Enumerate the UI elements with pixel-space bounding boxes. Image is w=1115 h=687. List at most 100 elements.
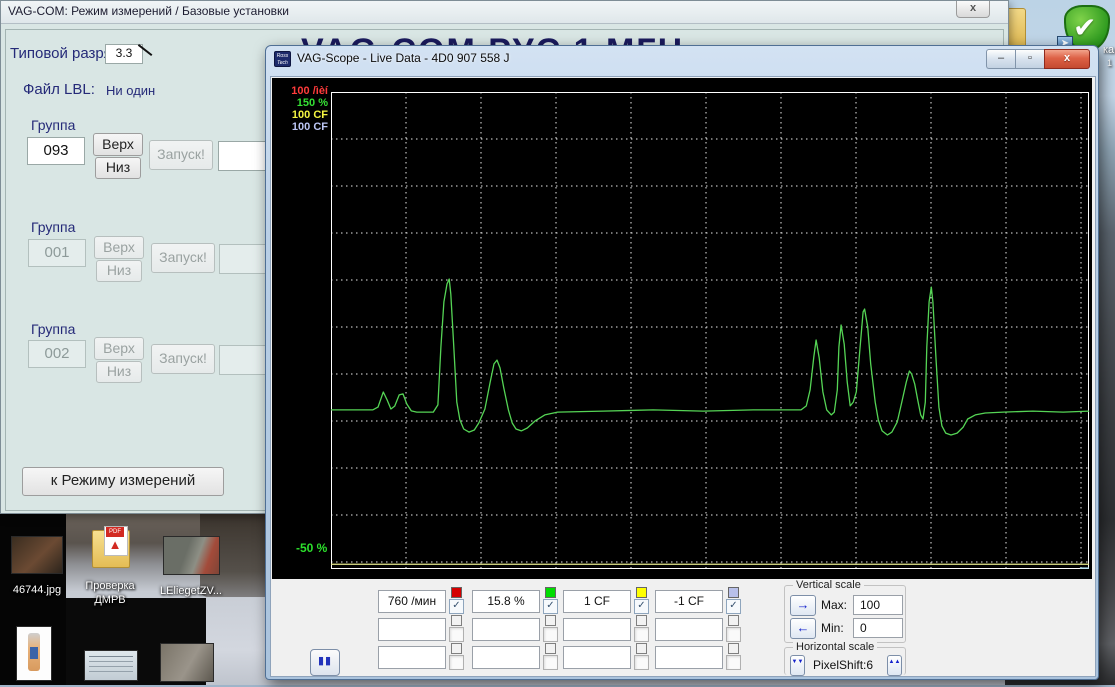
channel-color-swatch-empty — [451, 615, 462, 626]
vagscope-titlebar[interactable]: Ross Tech VAG-Scope - Live Data - 4D0 90… — [266, 46, 1098, 72]
desktop-icon-spraycan[interactable] — [16, 626, 52, 686]
group-number-field[interactable]: 002 — [28, 340, 86, 368]
group-down-button[interactable]: Низ — [95, 157, 141, 179]
group-up-button[interactable]: Верх — [93, 133, 143, 156]
channel-checkbox[interactable]: ✓ — [449, 599, 464, 614]
group-run-button[interactable]: Запуск! — [151, 243, 215, 273]
channel-checkbox[interactable]: ✓ — [543, 599, 558, 614]
scope-control-panel: ▮▮ 760 /мин ✓ 15.8 % ✓ 1 CF ✓ -1 CF ✓ Ve… — [272, 579, 1092, 675]
group-label: Группа — [31, 219, 75, 235]
minimize-button[interactable]: – — [986, 49, 1015, 69]
channel-checkbox[interactable] — [634, 627, 649, 642]
partial-icon-label: ка — [1103, 44, 1114, 56]
channel-checkbox[interactable] — [449, 627, 464, 642]
vertical-scale-group: Vertical scale → Max: 100 ← Min: 0 — [784, 585, 906, 643]
scope-plot — [331, 92, 1089, 569]
legend-green-channel: 150 % — [278, 97, 328, 109]
vagcom-window-title: VAG-COM: Режим измерений / Базовые устан… — [8, 4, 289, 18]
pixelshift-label: PixelShift:6 — [813, 658, 873, 672]
channel-value-field[interactable]: 15.8 % — [472, 590, 540, 613]
group-down-button[interactable]: Низ — [96, 361, 142, 383]
channel-color-swatch-empty — [636, 615, 647, 626]
channel-checkbox[interactable] — [543, 627, 558, 642]
group-label: Группа — [31, 321, 75, 337]
maximize-button[interactable]: ▫ — [1015, 49, 1044, 69]
channel-value-field-empty[interactable] — [472, 646, 540, 669]
group-number-field[interactable]: 093 — [27, 137, 85, 165]
channel-checkbox[interactable]: ✓ — [634, 599, 649, 614]
group-result-field[interactable] — [218, 141, 266, 171]
desktop-icon-lelieget[interactable]: LEliegetZV... — [152, 536, 230, 598]
group-run-button[interactable]: Запуск! — [151, 344, 215, 374]
legend-red-channel: 100 /ìèí — [278, 85, 328, 97]
vagcom-titlebar[interactable]: VAG-COM: Режим измерений / Базовые устан… — [1, 1, 1008, 24]
icon-label: LEliegetZV... — [152, 584, 230, 598]
image-thumbnail — [84, 650, 138, 681]
channel-checkbox[interactable] — [449, 655, 464, 670]
group-result-field[interactable] — [219, 345, 266, 375]
scale-shift-right-button[interactable]: → — [790, 595, 816, 616]
vagscope-window: Ross Tech VAG-Scope - Live Data - 4D0 90… — [265, 45, 1099, 680]
group-down-button[interactable]: Низ — [96, 260, 142, 282]
channel-value-field-empty[interactable] — [563, 618, 631, 641]
group-result-field[interactable] — [219, 244, 266, 274]
legend-yellow-channel: 100 CF — [278, 109, 328, 121]
group-number-field[interactable]: 001 — [28, 239, 86, 267]
pixelshift-up-spinner[interactable]: ▲▲ — [887, 655, 902, 676]
close-button[interactable]: x — [1044, 49, 1090, 69]
mouse-cursor — [138, 43, 158, 59]
channel-value-field-empty[interactable] — [378, 618, 446, 641]
channel-color-swatch-empty — [728, 643, 739, 654]
vertical-scale-title: Vertical scale — [793, 579, 864, 591]
scope-legend: 100 /ìèí 150 % 100 CF 100 CF — [278, 85, 328, 133]
back-to-measuring-button[interactable]: к Режиму измерений — [22, 467, 224, 496]
channel-checkbox[interactable] — [726, 655, 741, 670]
group-up-button[interactable]: Верх — [94, 236, 144, 259]
caption-buttons: – ▫ x — [986, 49, 1090, 67]
channel-value-field-empty[interactable] — [472, 618, 540, 641]
lbl-file-label: Файл LBL: — [23, 81, 95, 98]
channel-value-field[interactable]: -1 CF — [655, 590, 723, 613]
partial-icon-label2: 1 — [1107, 58, 1112, 68]
channel-value-field-empty[interactable] — [655, 646, 723, 669]
channel-value-field-empty[interactable] — [655, 618, 723, 641]
max-value-field[interactable]: 100 — [853, 595, 903, 615]
desktop-icon-46744[interactable]: 46744.jpg — [0, 536, 74, 597]
group-run-button[interactable]: Запуск! — [149, 140, 213, 170]
vagcom-close-button[interactable]: x — [956, 1, 990, 18]
scale-shift-left-button[interactable]: ← — [790, 618, 816, 639]
channel-checkbox[interactable] — [634, 655, 649, 670]
channel-value-field[interactable]: 1 CF — [563, 590, 631, 613]
channel-color-swatch-empty — [451, 643, 462, 654]
vagcom-background-heading-clip: VAG-COM РУС 1 МГН — [301, 32, 821, 45]
channel-color-swatch-green — [545, 587, 556, 598]
channel-value-field[interactable]: 760 /мин — [378, 590, 446, 613]
desktop-icon-statue[interactable] — [160, 643, 214, 687]
desktop-icon-table[interactable] — [84, 650, 138, 686]
icon-label: 46744.jpg — [0, 583, 74, 597]
channel-color-swatch-empty — [728, 615, 739, 626]
channel-value-field-empty[interactable] — [378, 646, 446, 669]
scope-black-area: 100 /ìèí 150 % 100 CF 100 CF -50 % — [272, 78, 1092, 579]
horizontal-scale-title: Horizontal scale — [793, 641, 877, 653]
group-up-button[interactable]: Верх — [94, 337, 144, 360]
vagcom-background-heading: VAG-COM РУС 1 МГН — [301, 32, 684, 45]
channel-value-field-empty[interactable] — [563, 646, 631, 669]
horizontal-scale-group: Horizontal scale ▼▼ PixelShift:6 ▲▲ — [784, 647, 906, 675]
channel-checkbox[interactable] — [543, 655, 558, 670]
channel-checkbox[interactable]: ✓ — [726, 599, 741, 614]
legend-blue-channel: 100 CF — [278, 121, 328, 133]
channel-color-swatch-red — [451, 587, 462, 598]
channel-color-swatch-yellow — [636, 587, 647, 598]
pdf-folder-icon: PDF ▲ — [90, 524, 130, 570]
pixelshift-down-spinner[interactable]: ▼▼ — [790, 655, 805, 676]
min-value-field[interactable]: 0 — [853, 618, 903, 638]
scope-trace-svg — [331, 92, 1089, 569]
pause-button[interactable]: ▮▮ — [310, 649, 340, 676]
checkmark-icon: ✔ — [1073, 11, 1096, 44]
min-label: Min: — [821, 621, 844, 635]
max-label: Max: — [821, 598, 847, 612]
channel-color-swatch-empty — [545, 615, 556, 626]
channel-checkbox[interactable] — [726, 627, 741, 642]
desktop-icon-proverka-dmrv[interactable]: PDF ▲ ПроверкаДМРВ — [72, 524, 148, 607]
